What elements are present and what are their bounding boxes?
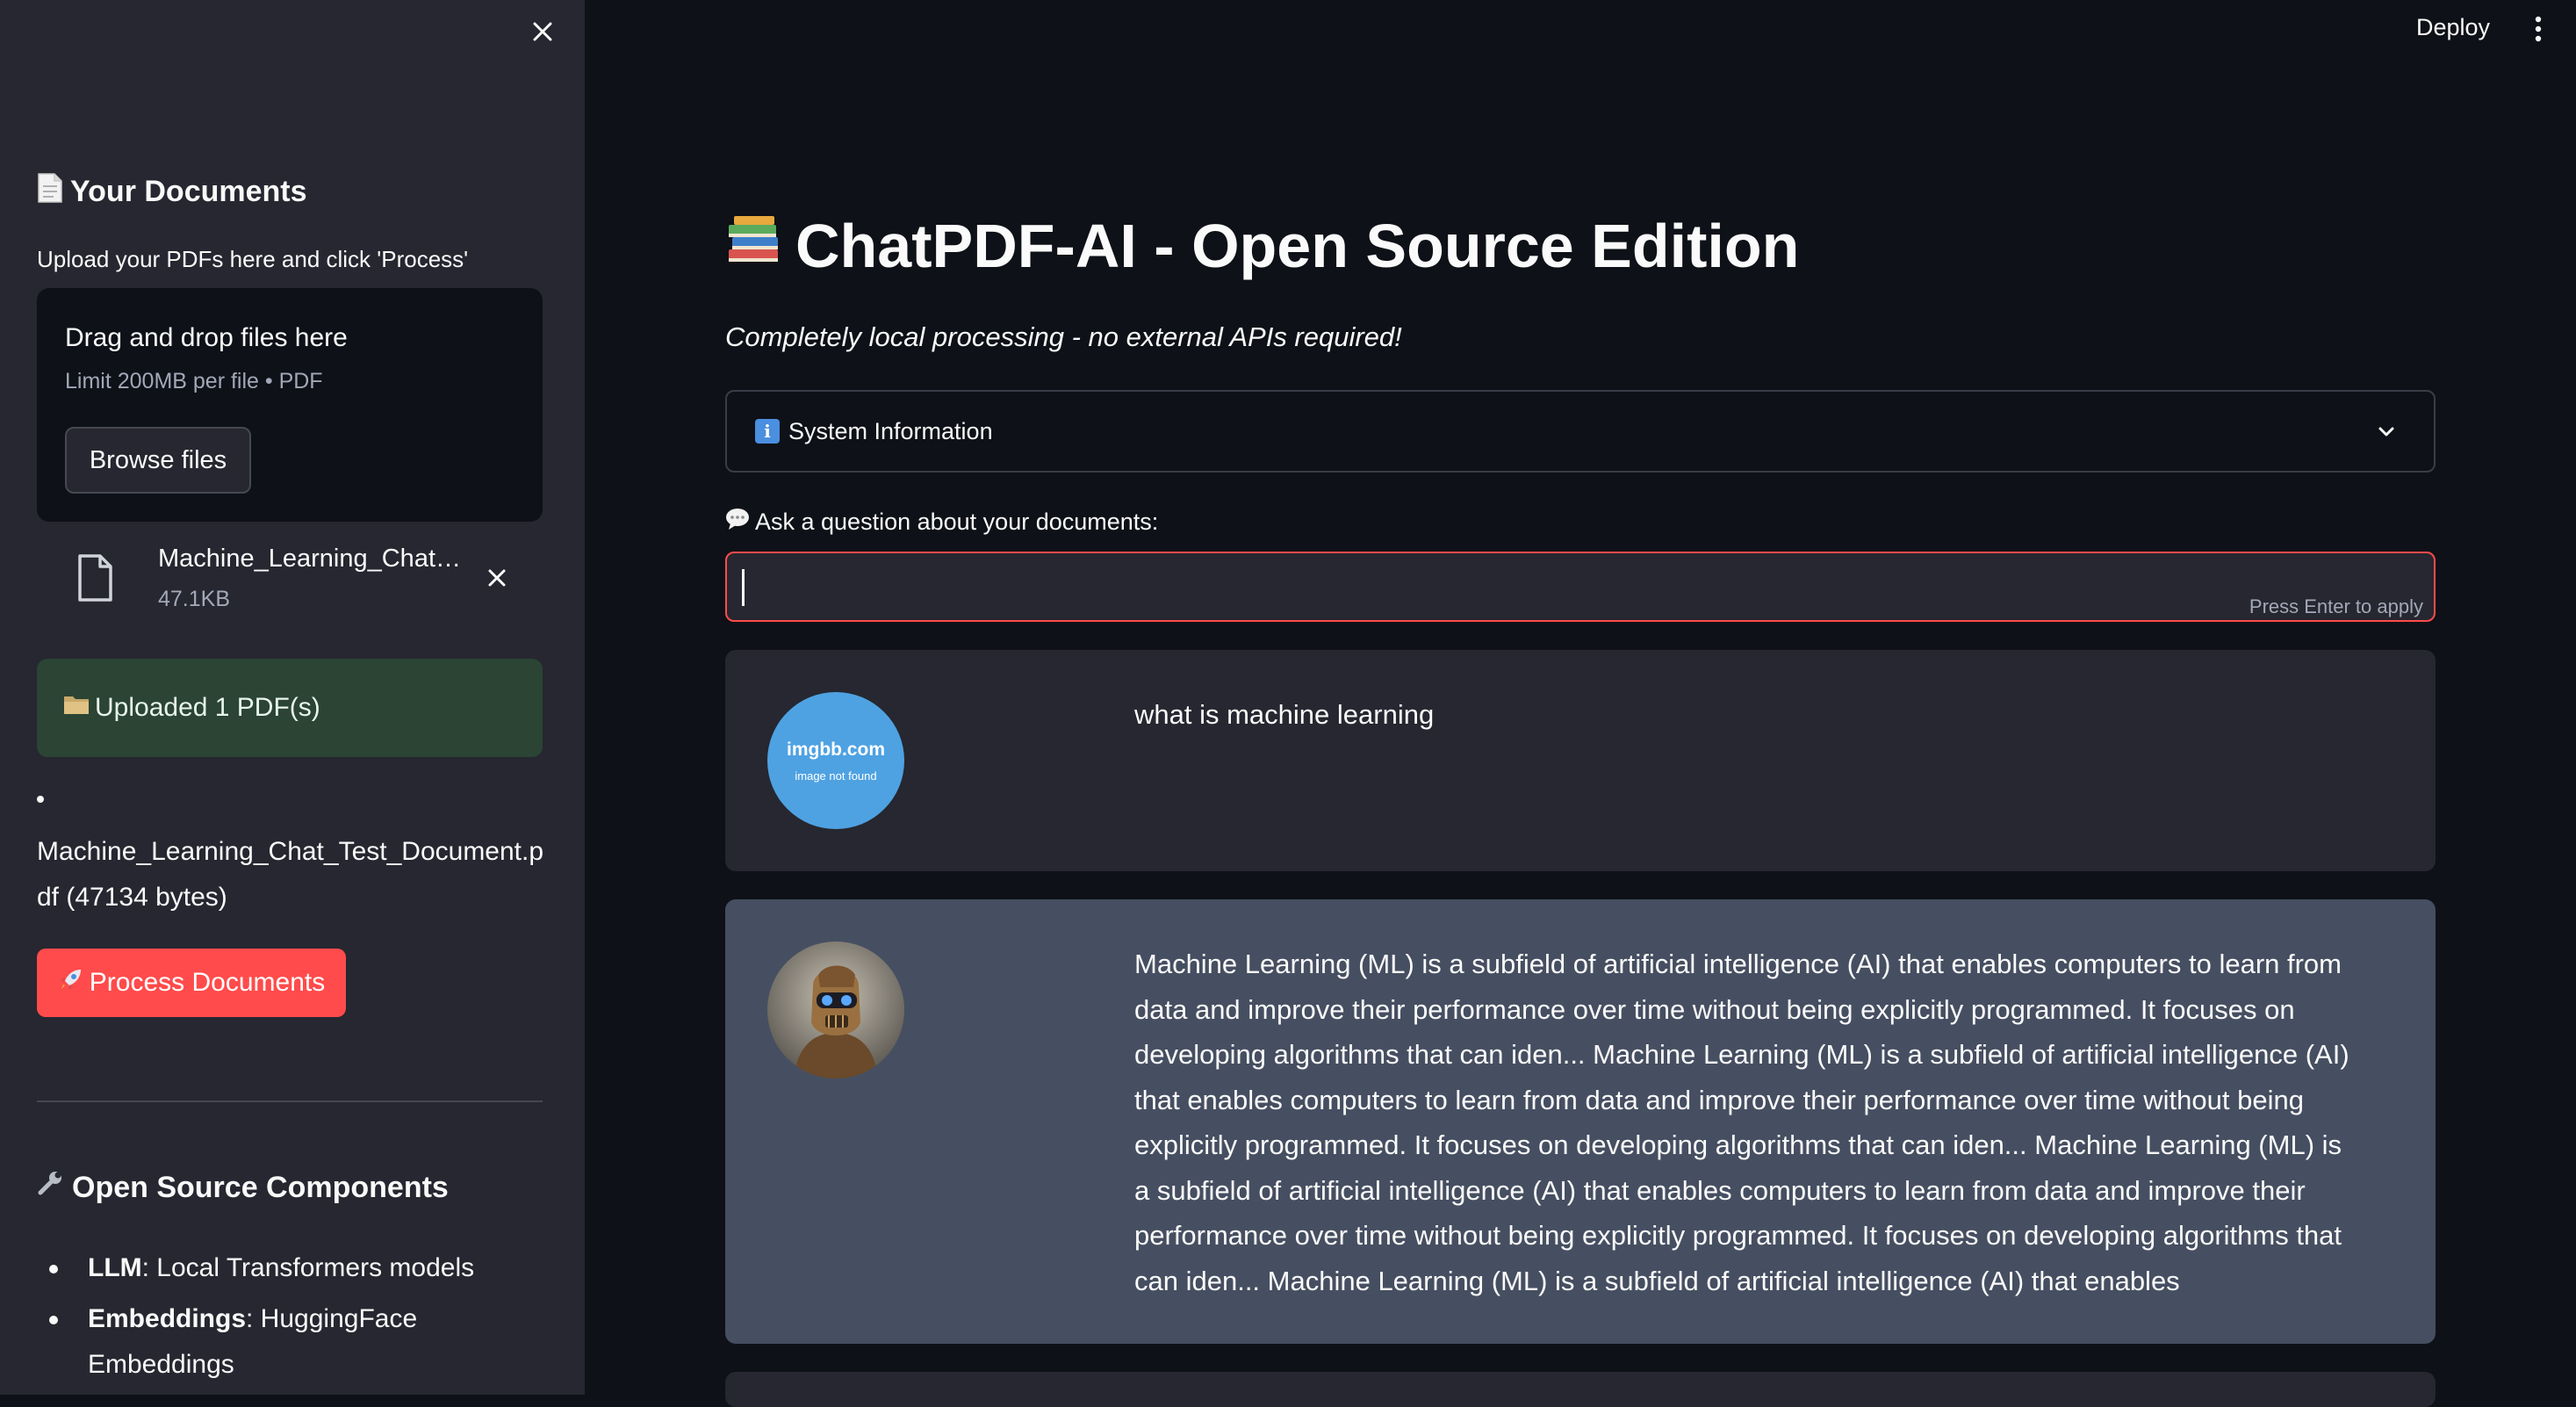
list-item: LLM: Local Transformers models <box>37 1245 564 1291</box>
question-label-text: Ask a question about your documents: <box>755 509 1159 535</box>
dropzone-title: Drag and drop files here <box>65 323 348 352</box>
question-input-container: Press Enter to apply <box>725 552 2436 622</box>
question-label: Ask a question about your documents: <box>725 508 1158 537</box>
deploy-button[interactable]: Deploy <box>2416 14 2490 41</box>
component-label: LLM <box>88 1253 142 1282</box>
avatar-text-primary: imgbb.com <box>786 739 885 760</box>
upload-success-text: Uploaded 1 PDF(s) <box>95 693 320 722</box>
file-list-bullet <box>37 796 44 803</box>
chevron-down-icon <box>2372 418 2400 446</box>
speech-bubble-icon <box>725 508 750 537</box>
sidebar: Your Documents Upload your PDFs here and… <box>0 0 585 1395</box>
components-list: LLM: Local Transformers models Embedding… <box>37 1245 564 1393</box>
rocket-icon <box>58 966 84 999</box>
press-enter-hint: Press Enter to apply <box>2249 595 2423 617</box>
documents-heading-text: Your Documents <box>70 174 307 208</box>
upload-success-alert: Uploaded 1 PDF(s) <box>37 659 543 757</box>
avatar-text-secondary: image not found <box>795 768 877 783</box>
remove-file-icon[interactable] <box>481 562 513 594</box>
system-info-expander[interactable]: i System Information <box>725 390 2436 473</box>
file-dropzone[interactable]: Drag and drop files here Limit 200MB per… <box>37 288 543 522</box>
uploaded-file-row: Machine_Learning_Chat_Test_Document.pdf … <box>37 536 543 624</box>
uploaded-file-name: Machine_Learning_Chat_Test_Document.pdf <box>158 545 474 573</box>
chat-message-bot: Machine Learning (ML) is a subfield of a… <box>725 899 2436 1344</box>
uploaded-file-size: 47.1KB <box>158 587 231 611</box>
system-info-label: i System Information <box>755 418 993 445</box>
info-icon: i <box>755 419 780 444</box>
bot-message-text: Machine Learning (ML) is a subfield of a… <box>1134 949 2349 1296</box>
dropzone-limit: Limit 200MB per file • PDF <box>65 369 323 393</box>
books-icon <box>725 211 781 281</box>
sidebar-divider <box>37 1100 543 1102</box>
process-documents-label: Process Documents <box>89 968 326 997</box>
documents-heading: Your Documents <box>37 172 307 211</box>
chat-message-next <box>725 1372 2436 1407</box>
user-avatar: imgbb.com image not found <box>767 692 904 829</box>
page-title: ChatPDF-AI - Open Source Edition <box>725 211 1799 281</box>
upload-caption: Upload your PDFs here and click 'Process… <box>37 246 469 272</box>
main-menu-icon[interactable] <box>2525 14 2551 44</box>
close-sidebar-icon[interactable] <box>527 16 558 47</box>
component-label: Embeddings <box>88 1304 247 1333</box>
page-title-text: ChatPDF-AI - Open Source Edition <box>795 212 1800 280</box>
components-heading-text: Open Source Components <box>72 1171 449 1204</box>
list-item: Embeddings: HuggingFace Embeddings <box>37 1296 564 1388</box>
file-list-item: Machine_Learning_Chat_Test_Document.pdf … <box>37 837 544 912</box>
component-value: : Local Transformers models <box>141 1253 475 1282</box>
process-documents-button[interactable]: Process Documents <box>37 949 346 1017</box>
browse-files-button[interactable]: Browse files <box>65 427 251 494</box>
system-info-text: System Information <box>788 417 993 444</box>
chat-message-user: imgbb.com image not found what is machin… <box>725 650 2436 871</box>
text-cursor <box>742 569 745 606</box>
page-icon <box>37 172 63 211</box>
file-icon <box>76 553 114 602</box>
wrench-icon <box>37 1170 65 1206</box>
user-message-text: what is machine learning <box>1134 699 1435 730</box>
page-subtitle: Completely local processing - no externa… <box>725 321 1402 352</box>
folder-icon <box>63 693 90 723</box>
bot-avatar <box>767 942 904 1079</box>
components-heading: Open Source Components <box>37 1170 449 1206</box>
question-input[interactable] <box>727 553 2434 620</box>
